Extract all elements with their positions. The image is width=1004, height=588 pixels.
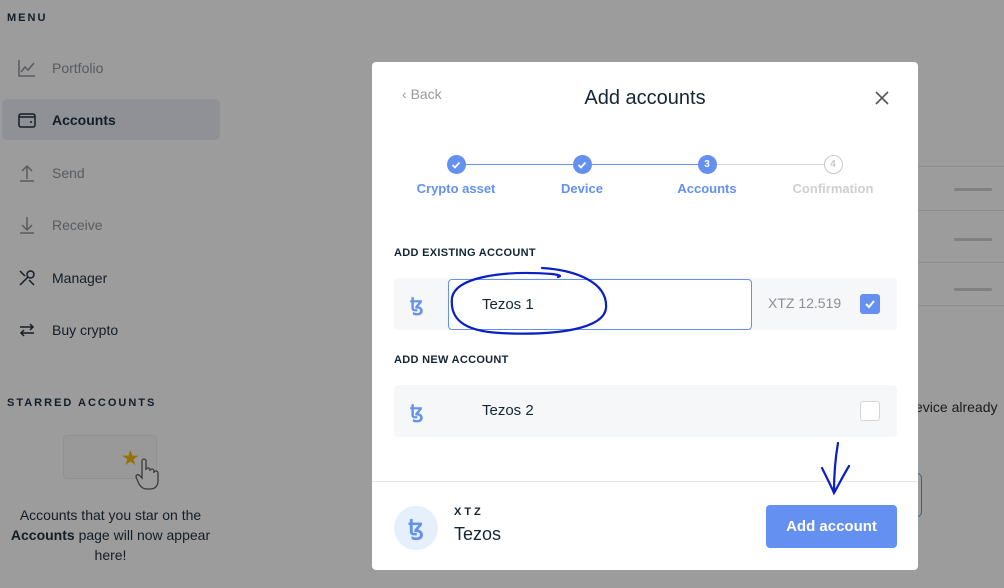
close-icon: [875, 91, 889, 105]
account-name: Tezos 2: [482, 402, 534, 419]
tezos-icon: ꜩ: [410, 295, 424, 316]
tezos-icon: ꜩ: [394, 506, 438, 550]
tezos-icon: ꜩ: [410, 402, 424, 423]
existing-account-label: ADD EXISTING ACCOUNT: [394, 247, 536, 259]
step-crypto-asset: Crypto asset: [396, 155, 516, 196]
account-balance: XTZ 12.519: [768, 295, 842, 311]
currency-name: Tezos: [454, 524, 502, 544]
modal-title: Add accounts: [584, 87, 706, 109]
new-account-row[interactable]: ꜩ Tezos 2: [394, 385, 897, 437]
check-icon: [865, 300, 875, 309]
step-number: 4: [823, 155, 843, 174]
check-icon: [446, 155, 466, 174]
existing-account-row: ꜩ XTZ 12.519: [394, 278, 897, 330]
check-icon: [572, 155, 592, 174]
step-number: 3: [697, 155, 717, 174]
step-device: Device: [522, 155, 642, 196]
currency-ticker: XTZ: [454, 506, 484, 518]
add-account-button[interactable]: Add account: [766, 505, 897, 548]
close-button[interactable]: [872, 88, 892, 108]
step-accounts: 3 Accounts: [647, 155, 767, 196]
account-name-input[interactable]: [448, 279, 752, 330]
new-account-label: ADD NEW ACCOUNT: [394, 354, 509, 366]
step-confirmation: 4 Confirmation: [773, 155, 893, 196]
modal-footer: ꜩ XTZ Tezos Add account: [372, 481, 918, 570]
new-account-checkbox[interactable]: [860, 401, 880, 421]
existing-account-checkbox[interactable]: [860, 294, 880, 314]
add-accounts-modal: ‹ Back Add accounts Crypto asset Device …: [372, 62, 918, 570]
